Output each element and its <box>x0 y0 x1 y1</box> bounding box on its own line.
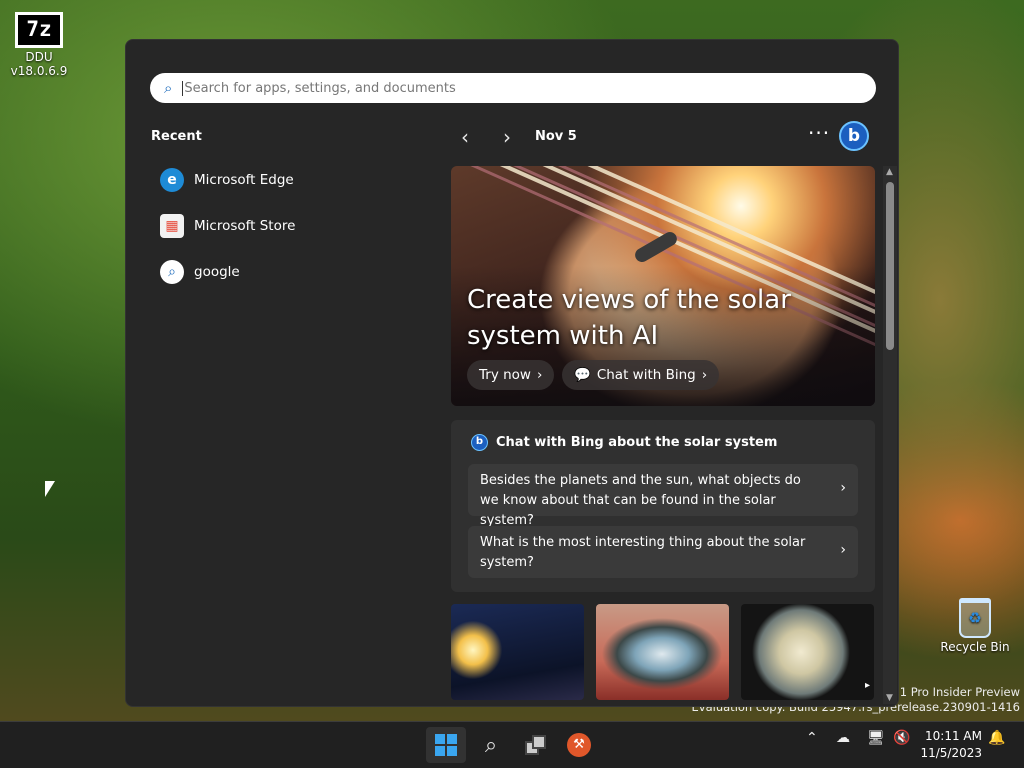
search-box[interactable]: ⌕ <box>150 73 876 103</box>
windows-icon <box>435 734 457 756</box>
mouse-cursor-icon <box>45 481 55 497</box>
suggested-question[interactable]: Besides the planets and the sun, what ob… <box>468 464 858 528</box>
network-icon[interactable]: 🖥 <box>867 730 885 746</box>
clock[interactable]: 10:11 AM 11/5/2023 <box>920 728 982 762</box>
search-icon: ⌕ <box>484 732 498 758</box>
volume-muted-icon[interactable]: 🔇 <box>893 730 910 746</box>
chevron-right-icon: › <box>701 367 708 383</box>
task-view-button[interactable] <box>516 727 556 763</box>
search-button[interactable]: ⌕ <box>471 727 511 763</box>
bing-icon[interactable]: b <box>839 121 869 151</box>
bing-chat-card: b Chat with Bing about the solar system B… <box>451 420 875 592</box>
chevron-up-icon[interactable]: ⌃ <box>806 730 818 746</box>
chevron-right-icon: › <box>840 480 846 496</box>
recent-heading: Recent <box>151 129 202 144</box>
search-input[interactable] <box>184 80 876 96</box>
7z-icon: 7z <box>15 12 63 48</box>
hero-card[interactable]: Create views of the solar system with AI… <box>451 166 875 406</box>
desktop-icon-label: DDU v18.0.6.9 <box>10 50 68 78</box>
desktop-icon-label: Recycle Bin <box>940 640 1010 654</box>
search-icon: ⌕ <box>164 79 173 97</box>
recent-item-edge[interactable]: e Microsoft Edge <box>160 165 400 195</box>
search-panel: ⌕ Recent eMicrosoft Edge ▦Microsoft Stor… <box>125 39 899 707</box>
chevron-right-icon: › <box>536 367 543 383</box>
recent-item-google[interactable]: ⌕ google <box>160 257 400 287</box>
scroll-up-icon[interactable]: ▲ <box>886 167 893 177</box>
next-arrow-icon[interactable]: › <box>503 125 511 149</box>
onedrive-icon[interactable]: ☁ <box>836 730 850 746</box>
scrollbar-thumb[interactable] <box>886 182 894 350</box>
store-icon: ▦ <box>160 214 184 238</box>
try-now-button[interactable]: Try now › <box>467 360 555 390</box>
more-options-icon[interactable]: ··· <box>808 121 830 145</box>
image-tile-planet[interactable] <box>596 604 729 700</box>
scroll-right-icon[interactable]: ▸ <box>865 680 870 691</box>
recent-item-store[interactable]: ▦ Microsoft Store <box>160 211 400 241</box>
notification-bell-icon[interactable]: 🔔 <box>988 730 1005 746</box>
app-icon: ⚒ <box>567 733 591 757</box>
card-title: b Chat with Bing about the solar system <box>471 434 777 451</box>
scroll-down-icon[interactable]: ▼ <box>886 693 893 703</box>
task-view-icon <box>525 735 547 755</box>
taskbar: ⌕ ⚒ ⌃ ☁ 🖥 🔇 10:11 AM 11/5/2023 🔔 <box>0 721 1024 768</box>
chat-with-bing-button[interactable]: 💬 Chat with Bing › <box>562 360 720 390</box>
hero-title: Create views of the solar system with AI <box>467 285 791 351</box>
desktop-icon-ddu[interactable]: 7z DDU v18.0.6.9 <box>2 12 76 78</box>
desktop-icon-recycle-bin[interactable]: ♻ Recycle Bin <box>940 598 1010 654</box>
recycle-bin-icon: ♻ <box>959 598 991 638</box>
suggested-question[interactable]: What is the most interesting thing about… <box>468 526 858 578</box>
search-icon: ⌕ <box>160 260 184 284</box>
bing-icon: b <box>471 434 488 451</box>
chat-icon: 💬 <box>574 367 591 383</box>
app-button[interactable]: ⚒ <box>559 727 599 763</box>
image-tile-moon[interactable]: ▸ <box>741 604 874 700</box>
highlights-date: Nov 5 <box>535 129 577 144</box>
start-button[interactable] <box>426 727 466 763</box>
chevron-right-icon: › <box>840 542 846 558</box>
edge-icon: e <box>160 168 184 192</box>
image-tile-solar-system[interactable] <box>451 604 584 700</box>
scrollbar[interactable]: ▲ ▼ <box>883 166 897 704</box>
previous-arrow-icon[interactable]: ‹ <box>461 125 469 149</box>
